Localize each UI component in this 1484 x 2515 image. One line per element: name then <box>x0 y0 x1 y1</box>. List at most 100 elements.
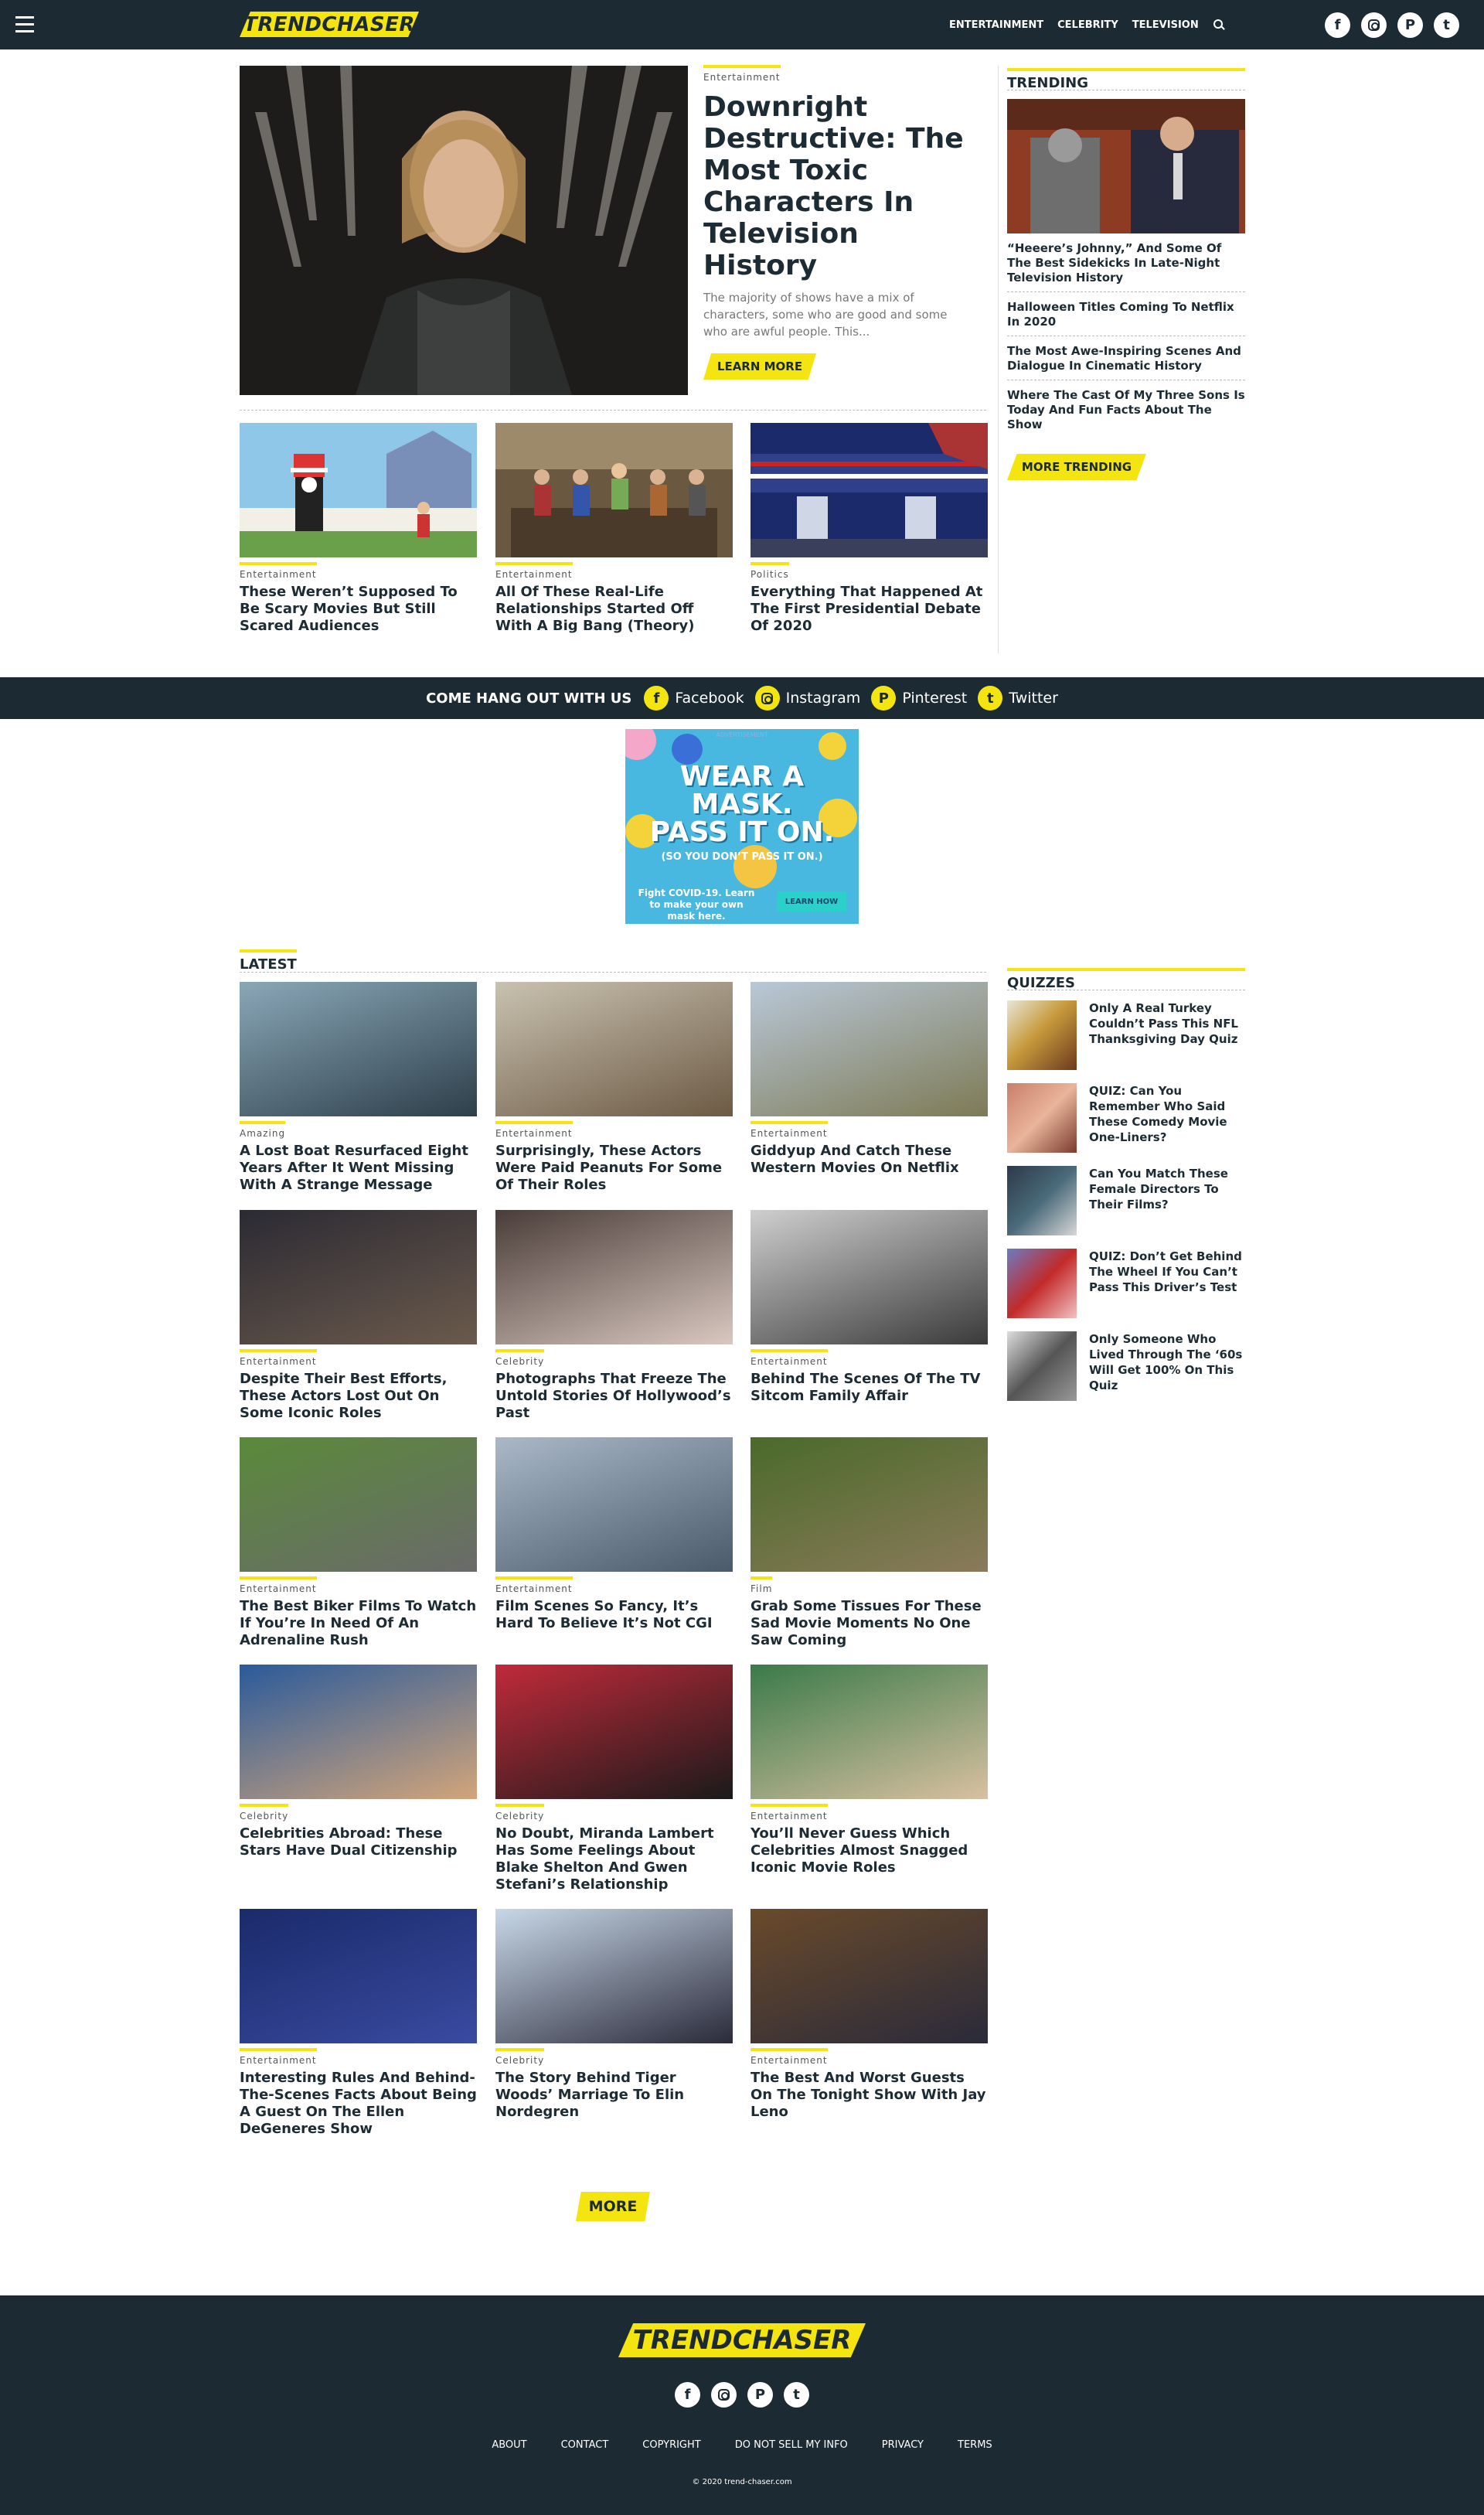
card-title[interactable]: These Weren’t Supposed To Be Scary Movie… <box>240 584 477 635</box>
card-category[interactable]: Entertainment <box>751 1121 828 1139</box>
latest-image[interactable] <box>495 1210 733 1344</box>
latest-card[interactable]: Entertainment Behind The Scenes Of The TV… <box>751 1210 988 1405</box>
ad-learn-how-button[interactable]: LEARN HOW <box>777 891 846 912</box>
latest-image[interactable] <box>495 1909 733 2043</box>
quiz-item[interactable]: QUIZ: Don’t Get Behind The Wheel If You … <box>1007 1249 1245 1318</box>
quiz-image[interactable] <box>1007 1249 1077 1318</box>
quiz-title[interactable]: Only Someone Who Lived Through The ‘60s … <box>1089 1331 1245 1401</box>
quiz-item[interactable]: Only A Real Turkey Couldn’t Pass This NF… <box>1007 1000 1245 1070</box>
featured-image[interactable] <box>495 423 733 557</box>
card-category[interactable]: Entertainment <box>495 562 573 580</box>
hero-category[interactable]: Entertainment <box>703 65 781 83</box>
latest-image[interactable] <box>240 982 477 1116</box>
latest-image[interactable] <box>240 1909 477 2043</box>
latest-card[interactable]: Celebrity Celebrities Abroad: These Stars… <box>240 1665 477 1859</box>
learn-more-button[interactable]: LEARN MORE <box>703 353 816 380</box>
card-title[interactable]: Celebrities Abroad: These Stars Have Dua… <box>240 1825 477 1859</box>
latest-image[interactable] <box>751 982 988 1116</box>
latest-card[interactable]: Celebrity The Story Behind Tiger Woods’ M… <box>495 1909 733 2121</box>
card-title[interactable]: A Lost Boat Resurfaced Eight Years After… <box>240 1143 477 1194</box>
latest-card[interactable]: Celebrity Photographs That Freeze The Unt… <box>495 1210 733 1422</box>
card-category[interactable]: Celebrity <box>240 1804 289 1822</box>
card-title[interactable]: Despite Their Best Efforts, These Actors… <box>240 1371 477 1422</box>
featured-card[interactable]: Politics Everything That Happened At The… <box>751 423 988 635</box>
advertisement[interactable]: ADVERTISEMENT WEAR A MASK. PASS IT ON. (… <box>625 729 859 924</box>
card-category[interactable]: Entertainment <box>751 2048 828 2066</box>
featured-card[interactable]: Entertainment These Weren’t Supposed To … <box>240 423 477 635</box>
card-title[interactable]: You’ll Never Guess Which Celebrities Alm… <box>751 1825 988 1876</box>
pinterest-icon[interactable]: P <box>747 2382 773 2408</box>
quiz-title[interactable]: QUIZ: Don’t Get Behind The Wheel If You … <box>1089 1249 1245 1318</box>
card-category[interactable]: Film <box>751 1576 773 1594</box>
latest-card[interactable]: Entertainment Interesting Rules And Behin… <box>240 1909 477 2138</box>
latest-image[interactable] <box>240 1210 477 1344</box>
card-category[interactable]: Politics <box>751 562 789 580</box>
latest-image[interactable] <box>751 1665 988 1799</box>
quiz-image[interactable] <box>1007 1331 1077 1401</box>
quiz-item[interactable]: QUIZ: Can You Remember Who Said These Co… <box>1007 1083 1245 1153</box>
card-title[interactable]: Photographs That Freeze The Untold Stori… <box>495 1371 733 1422</box>
trending-item[interactable]: Where The Cast Of My Three Sons Is Today… <box>1007 387 1245 438</box>
band-facebook-link[interactable]: f Facebook <box>644 686 744 711</box>
footer-link-terms[interactable]: TERMS <box>958 2439 992 2451</box>
card-title[interactable]: Surprisingly, These Actors Were Paid Pea… <box>495 1143 733 1194</box>
featured-image[interactable] <box>240 423 477 557</box>
latest-image[interactable] <box>240 1665 477 1799</box>
card-title[interactable]: The Best Biker Films To Watch If You’re … <box>240 1598 477 1649</box>
card-title[interactable]: Giddyup And Catch These Western Movies O… <box>751 1143 988 1177</box>
hero-title[interactable]: Downright Destructive: The Most Toxic Ch… <box>703 91 982 281</box>
footer-link-privacy[interactable]: PRIVACY <box>882 2439 924 2451</box>
card-category[interactable]: Entertainment <box>240 562 317 580</box>
card-title[interactable]: Grab Some Tissues For These Sad Movie Mo… <box>751 1598 988 1649</box>
facebook-icon[interactable]: f <box>675 2382 700 2408</box>
latest-image[interactable] <box>751 1210 988 1344</box>
quiz-image[interactable] <box>1007 1000 1077 1070</box>
latest-card[interactable]: Entertainment Giddyup And Catch These Wes… <box>751 982 988 1177</box>
latest-image[interactable] <box>751 1909 988 2043</box>
quiz-title[interactable]: QUIZ: Can You Remember Who Said These Co… <box>1089 1083 1245 1153</box>
latest-card[interactable]: Celebrity No Doubt, Miranda Lambert Has S… <box>495 1665 733 1893</box>
more-button[interactable]: MORE <box>576 2192 650 2221</box>
card-category[interactable]: Entertainment <box>240 1576 317 1594</box>
card-title[interactable]: The Story Behind Tiger Woods’ Marriage T… <box>495 2070 733 2121</box>
card-category[interactable]: Celebrity <box>495 2048 545 2066</box>
twitter-icon[interactable]: t <box>784 2382 809 2408</box>
band-instagram-link[interactable]: Instagram <box>754 686 860 711</box>
quiz-image[interactable] <box>1007 1083 1077 1153</box>
footer-link-do-not-sell[interactable]: DO NOT SELL MY INFO <box>735 2439 848 2451</box>
trending-image[interactable] <box>1007 99 1245 233</box>
trending-item[interactable]: “Heeere’s Johnny,” And Some Of The Best … <box>1007 240 1245 292</box>
card-title[interactable]: No Doubt, Miranda Lambert Has Some Feeli… <box>495 1825 733 1893</box>
latest-card[interactable]: Amazing A Lost Boat Resurfaced Eight Year… <box>240 982 477 1194</box>
quiz-title[interactable]: Only A Real Turkey Couldn’t Pass This NF… <box>1089 1000 1245 1070</box>
more-trending-button[interactable]: MORE TRENDING <box>1007 454 1146 480</box>
latest-card[interactable]: Film Grab Some Tissues For These Sad Movi… <box>751 1437 988 1649</box>
card-title[interactable]: Everything That Happened At The First Pr… <box>751 584 988 635</box>
quiz-title[interactable]: Can You Match These Female Directors To … <box>1089 1166 1245 1235</box>
band-pinterest-link[interactable]: P Pinterest <box>871 686 967 711</box>
latest-card[interactable]: Entertainment The Best Biker Films To Wat… <box>240 1437 477 1649</box>
card-category[interactable]: Entertainment <box>495 1121 573 1139</box>
footer-link-copyright[interactable]: COPYRIGHT <box>642 2439 700 2451</box>
trending-item[interactable]: The Most Awe-Inspiring Scenes And Dialog… <box>1007 342 1245 380</box>
quiz-item[interactable]: Only Someone Who Lived Through The ‘60s … <box>1007 1331 1245 1401</box>
quiz-item[interactable]: Can You Match These Female Directors To … <box>1007 1166 1245 1235</box>
card-category[interactable]: Celebrity <box>495 1804 545 1822</box>
card-category[interactable]: Entertainment <box>751 1804 828 1822</box>
band-twitter-link[interactable]: t Twitter <box>978 686 1058 711</box>
card-title[interactable]: Film Scenes So Fancy, It’s Hard To Belie… <box>495 1598 733 1632</box>
card-category[interactable]: Entertainment <box>240 2048 317 2066</box>
instagram-icon[interactable] <box>711 2382 737 2408</box>
latest-card[interactable]: Entertainment Film Scenes So Fancy, It’s … <box>495 1437 733 1632</box>
latest-card[interactable]: Entertainment Despite Their Best Efforts,… <box>240 1210 477 1422</box>
featured-image[interactable] <box>751 423 988 557</box>
footer-logo[interactable]: TRENDCHASER <box>618 2323 866 2357</box>
card-category[interactable]: Entertainment <box>240 1349 317 1367</box>
latest-image[interactable] <box>240 1437 477 1572</box>
card-category[interactable]: Entertainment <box>751 1349 828 1367</box>
latest-card[interactable]: Entertainment You’ll Never Guess Which Ce… <box>751 1665 988 1876</box>
latest-image[interactable] <box>495 1665 733 1799</box>
card-category[interactable]: Celebrity <box>495 1349 545 1367</box>
card-category[interactable]: Amazing <box>240 1121 286 1139</box>
card-title[interactable]: All Of These Real-Life Relationships Sta… <box>495 584 733 635</box>
